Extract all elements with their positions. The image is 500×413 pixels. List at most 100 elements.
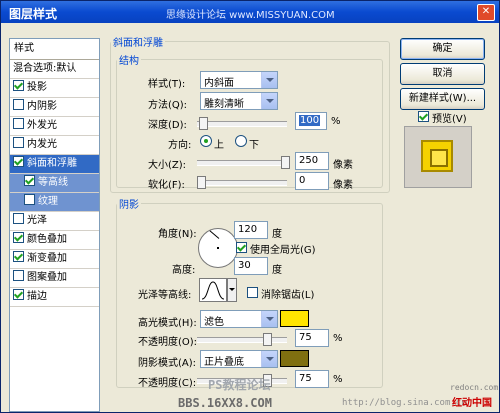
checkbox[interactable] bbox=[13, 289, 24, 300]
highlight-opacity-label: 不透明度(O): bbox=[138, 337, 198, 348]
checkbox[interactable] bbox=[13, 99, 24, 110]
highlight-color-swatch[interactable] bbox=[280, 310, 309, 327]
bevel-emboss-title: 斜面和浮雕 bbox=[113, 38, 163, 49]
highlight-opacity-input[interactable]: 75 bbox=[295, 329, 329, 347]
altitude-input[interactable]: 30 bbox=[234, 257, 268, 275]
gloss-contour-picker[interactable] bbox=[199, 278, 227, 302]
url-watermark: http://blog.sina.com.cn bbox=[342, 398, 467, 408]
shadow-mode-select[interactable]: 正片叠底 bbox=[200, 350, 278, 368]
list-item-bevel-emboss[interactable]: 斜面和浮雕 bbox=[10, 155, 99, 174]
direction-up-label: 上 bbox=[214, 140, 224, 151]
size-unit: 像素 bbox=[333, 160, 353, 171]
checkbox[interactable] bbox=[13, 270, 24, 281]
depth-label: 深度(D): bbox=[148, 120, 187, 131]
title-watermark: 思缘设计论坛 www.MISSYUAN.COM bbox=[166, 10, 335, 21]
list-item-pattern-overlay[interactable]: 图案叠加 bbox=[10, 269, 99, 288]
checkbox[interactable] bbox=[13, 251, 24, 262]
altitude-unit: 度 bbox=[272, 265, 282, 276]
highlight-mode-select[interactable]: 滤色 bbox=[200, 310, 278, 328]
checkbox[interactable] bbox=[13, 213, 24, 224]
angle-dial[interactable] bbox=[198, 228, 238, 268]
style-label: 样式(T): bbox=[148, 79, 186, 90]
checkbox[interactable] bbox=[13, 118, 24, 129]
window-title: 图层样式 bbox=[9, 7, 58, 21]
slider-thumb[interactable] bbox=[199, 117, 208, 130]
soften-slider[interactable] bbox=[197, 176, 287, 189]
list-item-outer-glow[interactable]: 外发光 bbox=[10, 117, 99, 136]
highlight-opacity-unit: % bbox=[333, 333, 343, 344]
highlight-opacity-slider[interactable] bbox=[197, 333, 287, 346]
list-item-satin[interactable]: 光泽 bbox=[10, 212, 99, 231]
angle-input[interactable]: 120 bbox=[234, 221, 268, 239]
technique-label: 方法(Q): bbox=[148, 100, 188, 111]
depth-slider[interactable] bbox=[197, 117, 287, 130]
list-item-contour[interactable]: 等高线 bbox=[10, 174, 99, 193]
size-input[interactable]: 250 bbox=[295, 152, 329, 170]
shadow-mode-label: 阴影模式(A): bbox=[138, 358, 197, 369]
title-bar: 图层样式 思缘设计论坛 www.MISSYUAN.COM ✕ bbox=[1, 1, 499, 23]
slider-thumb[interactable] bbox=[263, 333, 272, 346]
preview-swatch bbox=[421, 140, 453, 172]
contour-curve-icon bbox=[201, 281, 225, 300]
soften-unit: 像素 bbox=[333, 180, 353, 191]
bbs-watermark: BBS.16XX8.COM bbox=[178, 396, 272, 410]
chevron-down-icon bbox=[261, 311, 277, 327]
list-item-drop-shadow[interactable]: 投影 bbox=[10, 79, 99, 98]
styles-list: 样式 混合选项:默认 投影 内阴影 外发光 内发光 斜面和浮雕 等高线 纹理 光… bbox=[9, 38, 100, 412]
global-light-checkbox[interactable] bbox=[236, 242, 247, 253]
list-item-blending-options[interactable]: 混合选项:默认 bbox=[10, 60, 99, 79]
list-item-texture[interactable]: 纹理 bbox=[10, 193, 99, 212]
shadow-color-swatch[interactable] bbox=[280, 350, 309, 367]
list-item-color-overlay[interactable]: 颜色叠加 bbox=[10, 231, 99, 250]
cancel-button[interactable]: 取消 bbox=[400, 63, 485, 85]
size-label: 大小(Z): bbox=[148, 160, 187, 171]
global-light-label: 使用全局光(G) bbox=[250, 245, 316, 256]
direction-label: 方向: bbox=[168, 140, 192, 151]
direction-down-label: 下 bbox=[249, 140, 259, 151]
depth-input[interactable]: 100 bbox=[295, 112, 327, 130]
soften-input[interactable]: 0 bbox=[295, 172, 329, 190]
red-watermark: 红动中国 bbox=[452, 398, 492, 409]
structure-title: 结构 bbox=[119, 56, 139, 67]
antialias-checkbox[interactable] bbox=[247, 287, 258, 298]
technique-select[interactable]: 雕刻清晰 bbox=[200, 92, 278, 110]
checkbox[interactable] bbox=[24, 175, 35, 186]
shading-title: 阴影 bbox=[119, 200, 139, 211]
chevron-down-icon bbox=[261, 351, 277, 367]
soften-label: 软化(F): bbox=[148, 180, 185, 191]
preview-label: 预览(V) bbox=[432, 114, 467, 125]
list-item-gradient-overlay[interactable]: 渐变叠加 bbox=[10, 250, 99, 269]
checkbox[interactable] bbox=[24, 194, 35, 205]
slider-thumb[interactable] bbox=[281, 156, 290, 169]
shadow-opacity-input[interactable]: 75 bbox=[295, 370, 329, 388]
slider-thumb[interactable] bbox=[197, 176, 206, 189]
gloss-contour-label: 光泽等高线: bbox=[138, 290, 192, 301]
list-item-inner-shadow[interactable]: 内阴影 bbox=[10, 98, 99, 117]
close-icon[interactable]: ✕ bbox=[477, 4, 495, 21]
ok-button[interactable]: 确定 bbox=[400, 38, 485, 60]
checkbox[interactable] bbox=[13, 156, 24, 167]
altitude-label: 高度: bbox=[172, 265, 196, 276]
list-item-stroke[interactable]: 描边 bbox=[10, 288, 99, 307]
chevron-down-icon bbox=[261, 93, 277, 109]
styles-header[interactable]: 样式 bbox=[10, 39, 99, 60]
contour-dropdown-arrow[interactable] bbox=[227, 278, 237, 302]
angle-unit: 度 bbox=[272, 229, 282, 240]
checkbox[interactable] bbox=[13, 137, 24, 148]
angle-label: 角度(N): bbox=[158, 229, 197, 240]
highlight-mode-label: 高光模式(H): bbox=[138, 318, 197, 329]
list-item-inner-glow[interactable]: 内发光 bbox=[10, 136, 99, 155]
chevron-down-icon bbox=[229, 288, 235, 291]
direction-up-radio[interactable] bbox=[200, 135, 212, 147]
style-select[interactable]: 内斜面 bbox=[200, 71, 278, 89]
size-slider[interactable] bbox=[197, 156, 290, 169]
preview-checkbox[interactable] bbox=[418, 111, 429, 122]
chevron-down-icon bbox=[261, 72, 277, 88]
direction-down-radio[interactable] bbox=[235, 135, 247, 147]
shadow-opacity-label: 不透明度(C): bbox=[138, 378, 197, 389]
checkbox[interactable] bbox=[13, 80, 24, 91]
checkbox[interactable] bbox=[13, 232, 24, 243]
ps-watermark: PS教程论坛 bbox=[208, 378, 271, 392]
depth-unit: % bbox=[331, 116, 341, 127]
new-style-button[interactable]: 新建样式(W)... bbox=[400, 88, 485, 110]
